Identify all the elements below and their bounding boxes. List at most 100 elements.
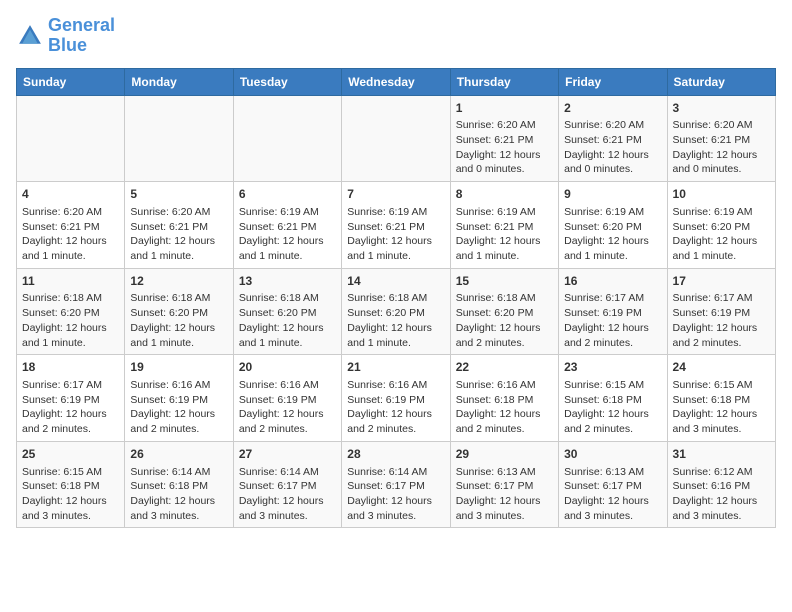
calendar-cell: 31 Sunrise: 6:12 AM Sunset: 6:16 PM Dayli… <box>667 441 775 528</box>
day-number: 18 <box>22 359 119 376</box>
day-number: 30 <box>564 446 661 463</box>
calendar-cell: 15Sunrise: 6:18 AM Sunset: 6:20 PM Dayli… <box>450 268 558 355</box>
calendar-cell: 25Sunrise: 6:15 AM Sunset: 6:18 PM Dayli… <box>17 441 125 528</box>
day-number: 16 <box>564 273 661 290</box>
header-saturday: Saturday <box>667 68 775 95</box>
day-info: Sunrise: 6:19 AM Sunset: 6:21 PM Dayligh… <box>347 205 444 264</box>
day-number: 22 <box>456 359 553 376</box>
day-info: Sunrise: 6:20 AM Sunset: 6:21 PM Dayligh… <box>456 118 553 177</box>
day-info: Sunrise: 6:17 AM Sunset: 6:19 PM Dayligh… <box>22 378 119 437</box>
day-info: Sunrise: 6:15 AM Sunset: 6:18 PM Dayligh… <box>22 465 119 524</box>
header-sunday: Sunday <box>17 68 125 95</box>
day-info: Sunrise: 6:14 AM Sunset: 6:18 PM Dayligh… <box>130 465 227 524</box>
day-number: 10 <box>673 186 770 203</box>
calendar-cell: 24 Sunrise: 6:15 AM Sunset: 6:18 PM Dayli… <box>667 355 775 442</box>
day-number: 9 <box>564 186 661 203</box>
calendar-cell: 22 Sunrise: 6:16 AM Sunset: 6:18 PM Dayli… <box>450 355 558 442</box>
calendar-cell: 27Sunrise: 6:14 AM Sunset: 6:17 PM Dayli… <box>233 441 341 528</box>
week-row-3: 11 Sunrise: 6:18 AM Sunset: 6:20 PM Dayli… <box>17 268 776 355</box>
day-info: Sunrise: 6:18 AM Sunset: 6:20 PM Dayligh… <box>347 291 444 350</box>
day-info: Sunrise: 6:16 AM Sunset: 6:19 PM Dayligh… <box>347 378 444 437</box>
calendar-table: SundayMondayTuesdayWednesdayThursdayFrid… <box>16 68 776 529</box>
calendar-cell: 11Sunrise: 6:18 AM Sunset: 6:20 PM Dayli… <box>17 268 125 355</box>
calendar-cell: 18 Sunrise: 6:17 AM Sunset: 6:19 PM Dayli… <box>17 355 125 442</box>
day-number: 11 <box>22 273 119 290</box>
calendar-cell: 20 Sunrise: 6:16 AM Sunset: 6:19 PM Dayli… <box>233 355 341 442</box>
day-info: Sunrise: 6:17 AM Sunset: 6:19 PM Dayligh… <box>673 291 770 350</box>
day-info: Sunrise: 6:17 AM Sunset: 6:19 PM Dayligh… <box>564 291 661 350</box>
calendar-cell: 16Sunrise: 6:17 AM Sunset: 6:19 PM Dayli… <box>559 268 667 355</box>
calendar-cell <box>125 95 233 182</box>
day-number: 31 <box>673 446 770 463</box>
week-row-5: 25Sunrise: 6:15 AM Sunset: 6:18 PM Dayli… <box>17 441 776 528</box>
calendar-cell: 29 Sunrise: 6:13 AM Sunset: 6:17 PM Dayli… <box>450 441 558 528</box>
calendar-cell: 2Sunrise: 6:20 AM Sunset: 6:21 PM Daylig… <box>559 95 667 182</box>
logo-icon <box>16 22 44 50</box>
day-number: 12 <box>130 273 227 290</box>
day-info: Sunrise: 6:19 AM Sunset: 6:21 PM Dayligh… <box>456 205 553 264</box>
calendar-cell: 10 Sunrise: 6:19 AM Sunset: 6:20 PM Dayli… <box>667 182 775 269</box>
calendar-header-row: SundayMondayTuesdayWednesdayThursdayFrid… <box>17 68 776 95</box>
calendar-cell: 14Sunrise: 6:18 AM Sunset: 6:20 PM Dayli… <box>342 268 450 355</box>
day-info: Sunrise: 6:12 AM Sunset: 6:16 PM Dayligh… <box>673 465 770 524</box>
calendar-cell: 12Sunrise: 6:18 AM Sunset: 6:20 PM Dayli… <box>125 268 233 355</box>
day-number: 15 <box>456 273 553 290</box>
day-info: Sunrise: 6:13 AM Sunset: 6:17 PM Dayligh… <box>456 465 553 524</box>
calendar-cell: 4 Sunrise: 6:20 AM Sunset: 6:21 PM Daylig… <box>17 182 125 269</box>
calendar-cell: 21 Sunrise: 6:16 AM Sunset: 6:19 PM Dayli… <box>342 355 450 442</box>
day-info: Sunrise: 6:18 AM Sunset: 6:20 PM Dayligh… <box>456 291 553 350</box>
calendar-cell: 6 Sunrise: 6:19 AM Sunset: 6:21 PM Daylig… <box>233 182 341 269</box>
day-number: 13 <box>239 273 336 290</box>
calendar-cell: 5Sunrise: 6:20 AM Sunset: 6:21 PM Daylig… <box>125 182 233 269</box>
logo-text: General Blue <box>48 16 115 56</box>
header-friday: Friday <box>559 68 667 95</box>
calendar-cell: 23Sunrise: 6:15 AM Sunset: 6:18 PM Dayli… <box>559 355 667 442</box>
logo: General Blue <box>16 16 115 56</box>
day-info: Sunrise: 6:16 AM Sunset: 6:19 PM Dayligh… <box>239 378 336 437</box>
calendar-cell <box>17 95 125 182</box>
calendar-cell: 17Sunrise: 6:17 AM Sunset: 6:19 PM Dayli… <box>667 268 775 355</box>
day-number: 1 <box>456 100 553 117</box>
day-info: Sunrise: 6:18 AM Sunset: 6:20 PM Dayligh… <box>130 291 227 350</box>
day-number: 4 <box>22 186 119 203</box>
week-row-2: 4 Sunrise: 6:20 AM Sunset: 6:21 PM Daylig… <box>17 182 776 269</box>
day-number: 20 <box>239 359 336 376</box>
day-info: Sunrise: 6:16 AM Sunset: 6:18 PM Dayligh… <box>456 378 553 437</box>
calendar-cell: 8 Sunrise: 6:19 AM Sunset: 6:21 PM Daylig… <box>450 182 558 269</box>
day-number: 26 <box>130 446 227 463</box>
week-row-1: 1Sunrise: 6:20 AM Sunset: 6:21 PM Daylig… <box>17 95 776 182</box>
day-number: 28 <box>347 446 444 463</box>
day-info: Sunrise: 6:15 AM Sunset: 6:18 PM Dayligh… <box>673 378 770 437</box>
calendar-cell: 28 Sunrise: 6:14 AM Sunset: 6:17 PM Dayli… <box>342 441 450 528</box>
week-row-4: 18 Sunrise: 6:17 AM Sunset: 6:19 PM Dayli… <box>17 355 776 442</box>
day-number: 7 <box>347 186 444 203</box>
calendar-cell: 13Sunrise: 6:18 AM Sunset: 6:20 PM Dayli… <box>233 268 341 355</box>
header-tuesday: Tuesday <box>233 68 341 95</box>
day-info: Sunrise: 6:20 AM Sunset: 6:21 PM Dayligh… <box>22 205 119 264</box>
day-number: 24 <box>673 359 770 376</box>
day-number: 29 <box>456 446 553 463</box>
calendar-cell <box>233 95 341 182</box>
day-info: Sunrise: 6:19 AM Sunset: 6:21 PM Dayligh… <box>239 205 336 264</box>
day-info: Sunrise: 6:20 AM Sunset: 6:21 PM Dayligh… <box>564 118 661 177</box>
calendar-cell: 9Sunrise: 6:19 AM Sunset: 6:20 PM Daylig… <box>559 182 667 269</box>
day-number: 21 <box>347 359 444 376</box>
day-number: 8 <box>456 186 553 203</box>
header-thursday: Thursday <box>450 68 558 95</box>
day-info: Sunrise: 6:20 AM Sunset: 6:21 PM Dayligh… <box>130 205 227 264</box>
header-monday: Monday <box>125 68 233 95</box>
calendar-cell: 1Sunrise: 6:20 AM Sunset: 6:21 PM Daylig… <box>450 95 558 182</box>
day-number: 23 <box>564 359 661 376</box>
day-number: 2 <box>564 100 661 117</box>
day-info: Sunrise: 6:14 AM Sunset: 6:17 PM Dayligh… <box>347 465 444 524</box>
day-number: 17 <box>673 273 770 290</box>
day-info: Sunrise: 6:19 AM Sunset: 6:20 PM Dayligh… <box>673 205 770 264</box>
calendar-cell <box>342 95 450 182</box>
day-info: Sunrise: 6:20 AM Sunset: 6:21 PM Dayligh… <box>673 118 770 177</box>
calendar-cell: 7 Sunrise: 6:19 AM Sunset: 6:21 PM Daylig… <box>342 182 450 269</box>
calendar-cell: 3Sunrise: 6:20 AM Sunset: 6:21 PM Daylig… <box>667 95 775 182</box>
day-number: 6 <box>239 186 336 203</box>
day-number: 14 <box>347 273 444 290</box>
day-number: 19 <box>130 359 227 376</box>
day-info: Sunrise: 6:18 AM Sunset: 6:20 PM Dayligh… <box>239 291 336 350</box>
